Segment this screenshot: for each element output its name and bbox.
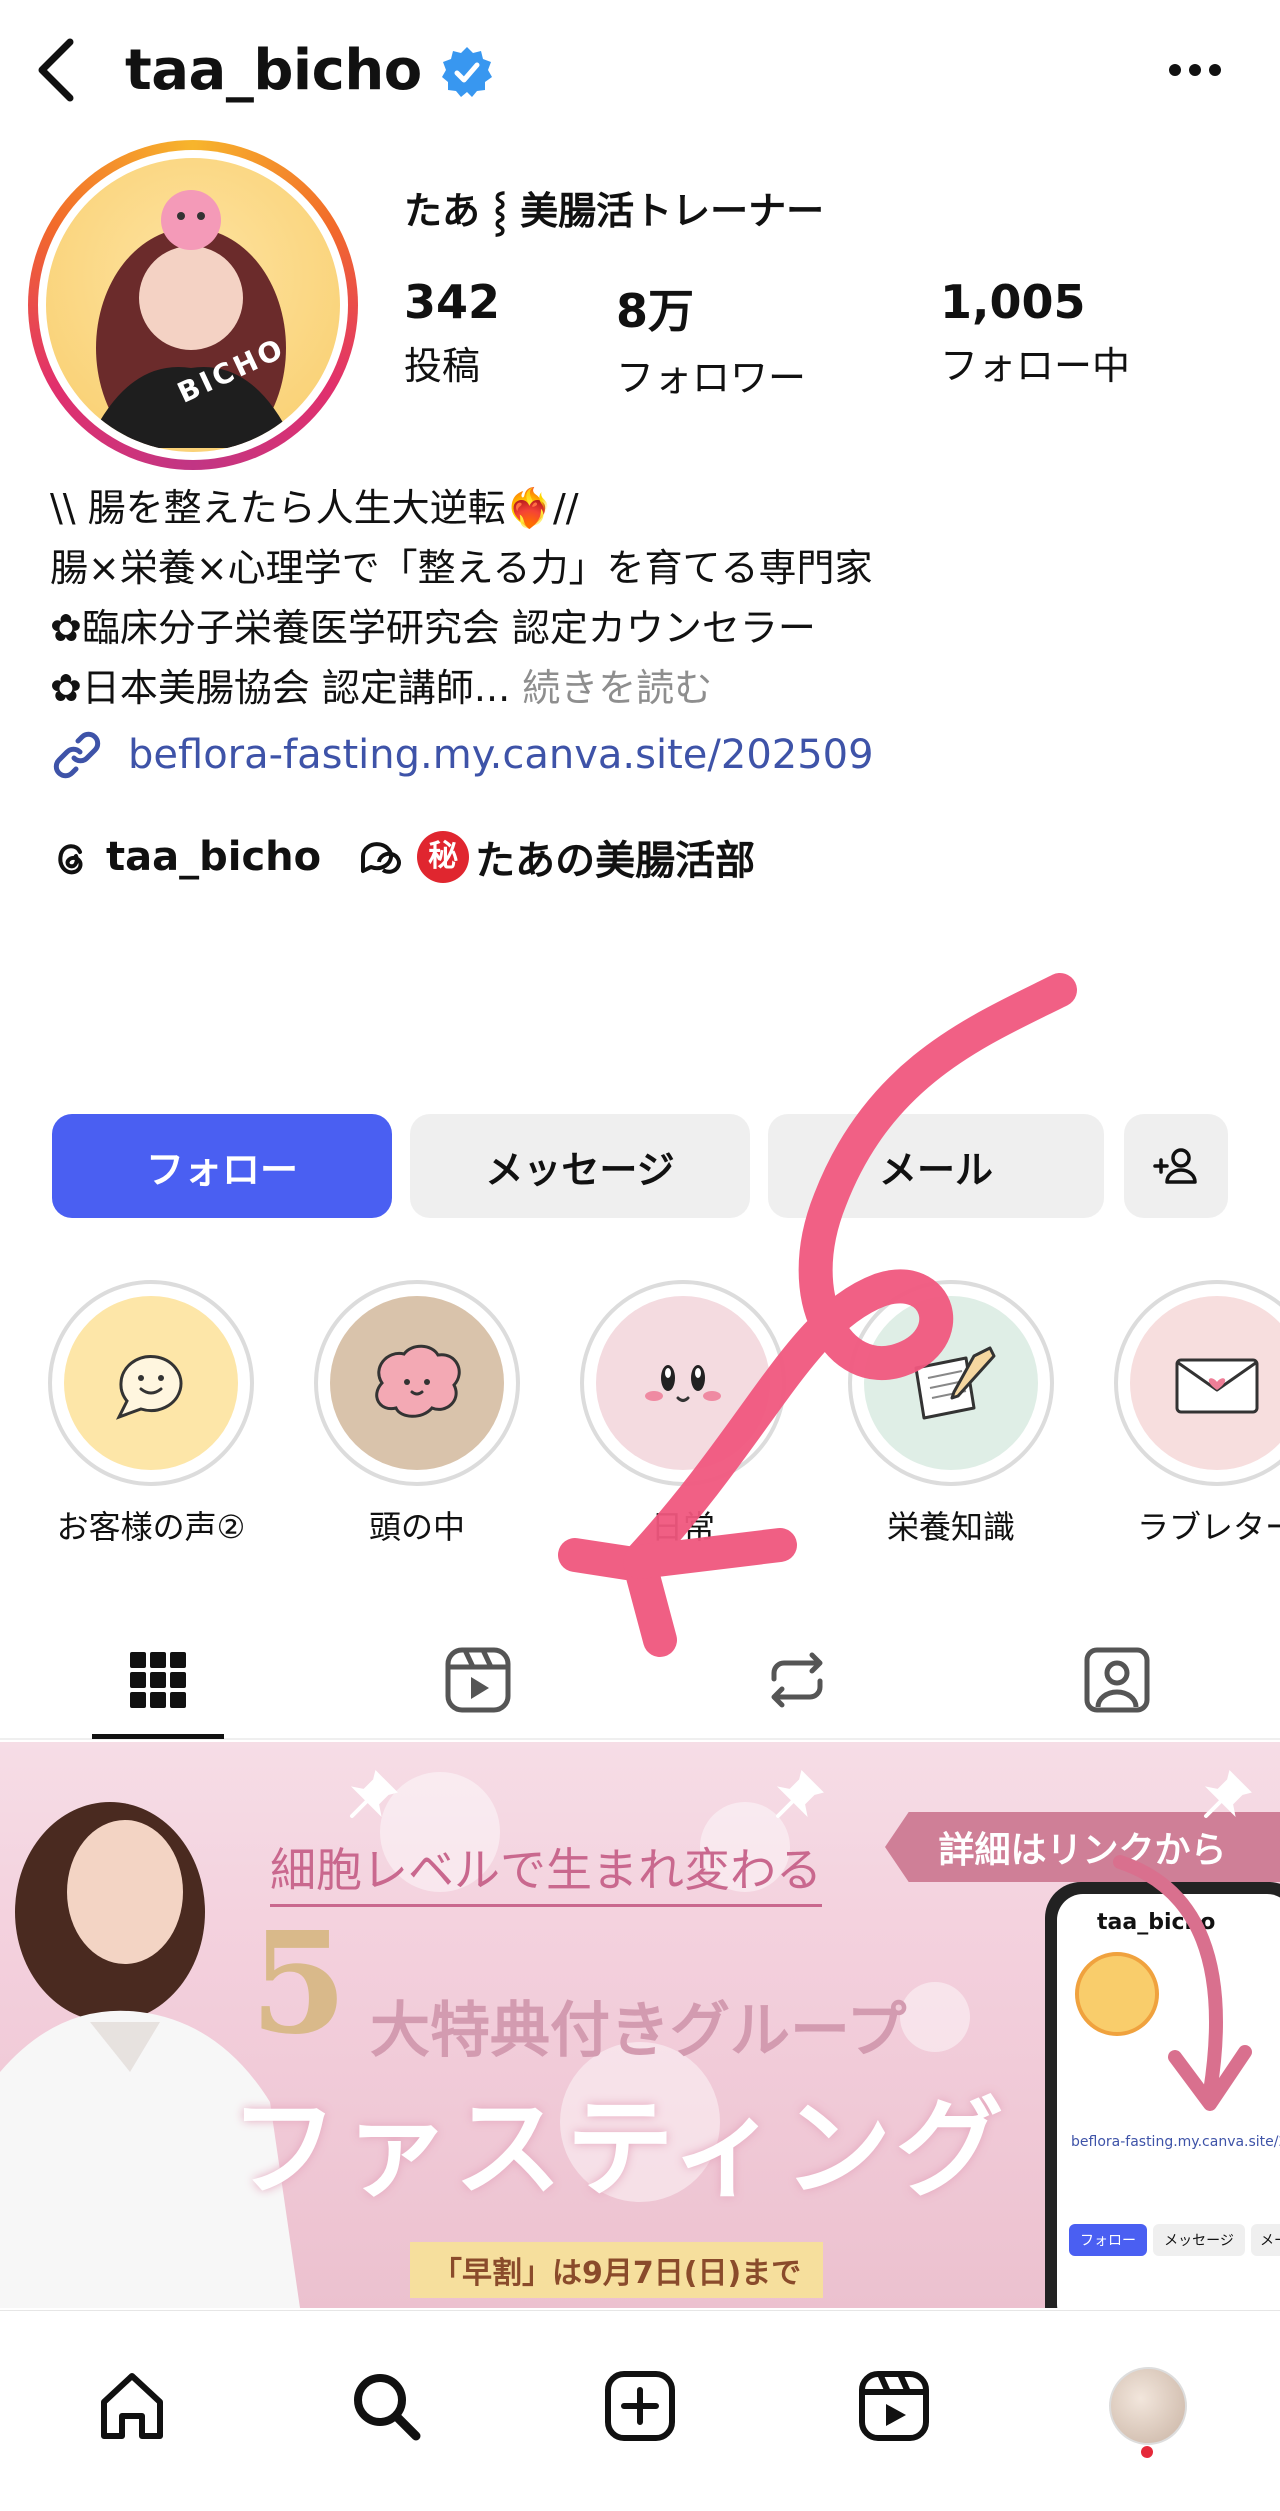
social-row: taa_bicho 秘 たあの美腸活部 <box>50 828 791 886</box>
pin-icon <box>1200 1766 1254 1826</box>
phone-mail: メール <box>1251 2224 1280 2256</box>
banner-arrow-icon <box>1113 1855 1252 2111</box>
stat-following[interactable]: 1,005 フォロー中 <box>940 275 1130 390</box>
highlight-label: 日常 <box>650 1508 715 1546</box>
highlight-love-letter[interactable]: ラブレター <box>1112 1280 1280 1548</box>
stat-following-label: フォロー中 <box>940 344 1131 388</box>
notebook-pen-icon <box>864 1296 1038 1470</box>
nav-profile[interactable] <box>1103 2361 1193 2451</box>
bottom-nav <box>0 2310 1280 2511</box>
tagged-person-icon <box>1084 1647 1150 1713</box>
pin-icon <box>772 1766 1254 1826</box>
bio-read-more-link[interactable]: 続きを読む <box>522 666 712 710</box>
highlight-customer-voice[interactable]: お客様の声② <box>46 1280 256 1548</box>
community-name: たあの美腸活部 <box>475 838 756 884</box>
threads-icon <box>58 844 83 875</box>
content-tabs <box>0 1610 1280 1740</box>
threads-link[interactable]: taa_bicho <box>50 834 321 880</box>
home-icon <box>101 2373 163 2439</box>
banner-subtitle: 大特典付きグループ <box>370 1996 907 2066</box>
active-tab-indicator <box>92 1734 224 1739</box>
own-avatar <box>1109 2367 1187 2445</box>
banner-main-title: ファスティング <box>230 2086 1008 2212</box>
message-button[interactable]: メッセージ <box>410 1114 750 1218</box>
profile-link[interactable]: beflora-fasting.my.canva.site/202509 <box>50 728 874 782</box>
phone-message: メッセージ <box>1153 2224 1245 2256</box>
nav-search[interactable] <box>341 2361 431 2451</box>
brain-icon <box>330 1296 504 1470</box>
nav-reels[interactable] <box>849 2361 939 2451</box>
stat-followers-count: 8万 <box>616 284 695 338</box>
follow-button[interactable]: フォロー <box>52 1114 392 1218</box>
threads-handle: taa_bicho <box>106 834 322 880</box>
bio-line: ✿日本美腸協会 認定講師... <box>50 666 511 710</box>
profile-bio: \\ 腸を整えたら人生大逆転❤️‍🔥// 腸×栄養×心理学で「整える力」を育てる… <box>50 478 873 718</box>
banner-number: 5 <box>250 1902 348 2066</box>
phone-follow: フォロー <box>1069 2224 1147 2256</box>
stat-posts-count: 342 <box>404 275 501 329</box>
back-chevron-icon[interactable] <box>20 30 90 110</box>
tab-tagged[interactable] <box>1052 1630 1182 1730</box>
highlight-mind[interactable]: 頭の中 <box>312 1280 522 1548</box>
create-plus-icon <box>605 2371 675 2441</box>
tab-reposts[interactable] <box>732 1630 862 1730</box>
avatar-photo: BICHO <box>46 158 340 452</box>
secret-badge: 秘 <box>417 831 470 883</box>
profile-header: taa_bicho <box>0 0 1280 140</box>
chat-bubbles-icon <box>361 842 402 874</box>
banner-top-line: 細胞レベルで生まれ変わる <box>270 1834 822 1907</box>
tab-grid[interactable] <box>93 1630 223 1730</box>
community-link[interactable]: 秘 たあの美腸活部 <box>357 828 755 886</box>
mail-button[interactable]: メール <box>768 1114 1104 1218</box>
stat-followers-label: フォロワー <box>616 356 807 400</box>
suggest-users-button[interactable] <box>1124 1114 1228 1218</box>
speech-bubble-face-icon <box>64 1296 238 1470</box>
highlight-label: 栄養知識 <box>886 1508 1015 1546</box>
pinned-banner: 細胞レベルで生まれ変わる 5 大特典付きグループ ファスティング 「早割」は9月… <box>0 1742 1280 2308</box>
notification-dot <box>1141 2446 1153 2458</box>
bio-line: 腸×栄養×心理学で「整える力」を育てる専門家 <box>50 546 873 590</box>
highlight-label: お客様の声② <box>56 1508 246 1546</box>
bio-line: \\ 腸を整えたら人生大逆転❤️‍🔥// <box>50 486 579 530</box>
banner-early-bird: 「早割」は9月7日(日)まで <box>410 2242 824 2298</box>
stat-following-count: 1,005 <box>940 275 1086 329</box>
nav-home[interactable] <box>87 2361 177 2451</box>
stat-followers[interactable]: 8万 フォロワー <box>616 275 806 402</box>
highlight-label: ラブレター <box>1136 1508 1280 1546</box>
verified-badge-icon <box>440 45 494 99</box>
highlight-daily[interactable]: 日常 <box>578 1280 788 1548</box>
envelope-heart-icon <box>1130 1296 1280 1470</box>
highlight-nutrition[interactable]: 栄養知識 <box>846 1280 1056 1548</box>
header-username: taa_bicho <box>125 38 422 103</box>
stat-posts[interactable]: 342 投稿 <box>404 275 500 390</box>
grid-icon <box>130 1652 186 1708</box>
repost-icon <box>771 1652 823 1708</box>
more-options-icon[interactable] <box>1150 50 1240 90</box>
profile-display-name: たあ ⸾ 美腸活トレーナー <box>404 189 825 233</box>
link-chain-icon <box>53 731 101 779</box>
highlight-label: 頭の中 <box>368 1508 465 1546</box>
profile-link-text: beflora-fasting.my.canva.site/202509 <box>128 732 874 778</box>
stat-posts-label: 投稿 <box>404 344 481 388</box>
nav-create[interactable] <box>595 2361 685 2451</box>
reels-icon <box>859 2371 929 2441</box>
bio-line: ✿臨床分子栄養医学研究会 認定カウンセラー <box>50 606 816 650</box>
pink-face-icon <box>596 1296 770 1470</box>
add-person-icon <box>1153 1148 1197 1184</box>
profile-avatar[interactable]: BICHO <box>28 140 358 470</box>
tab-reels[interactable] <box>413 1630 543 1730</box>
reels-icon <box>445 1647 511 1713</box>
search-icon <box>354 2374 421 2441</box>
